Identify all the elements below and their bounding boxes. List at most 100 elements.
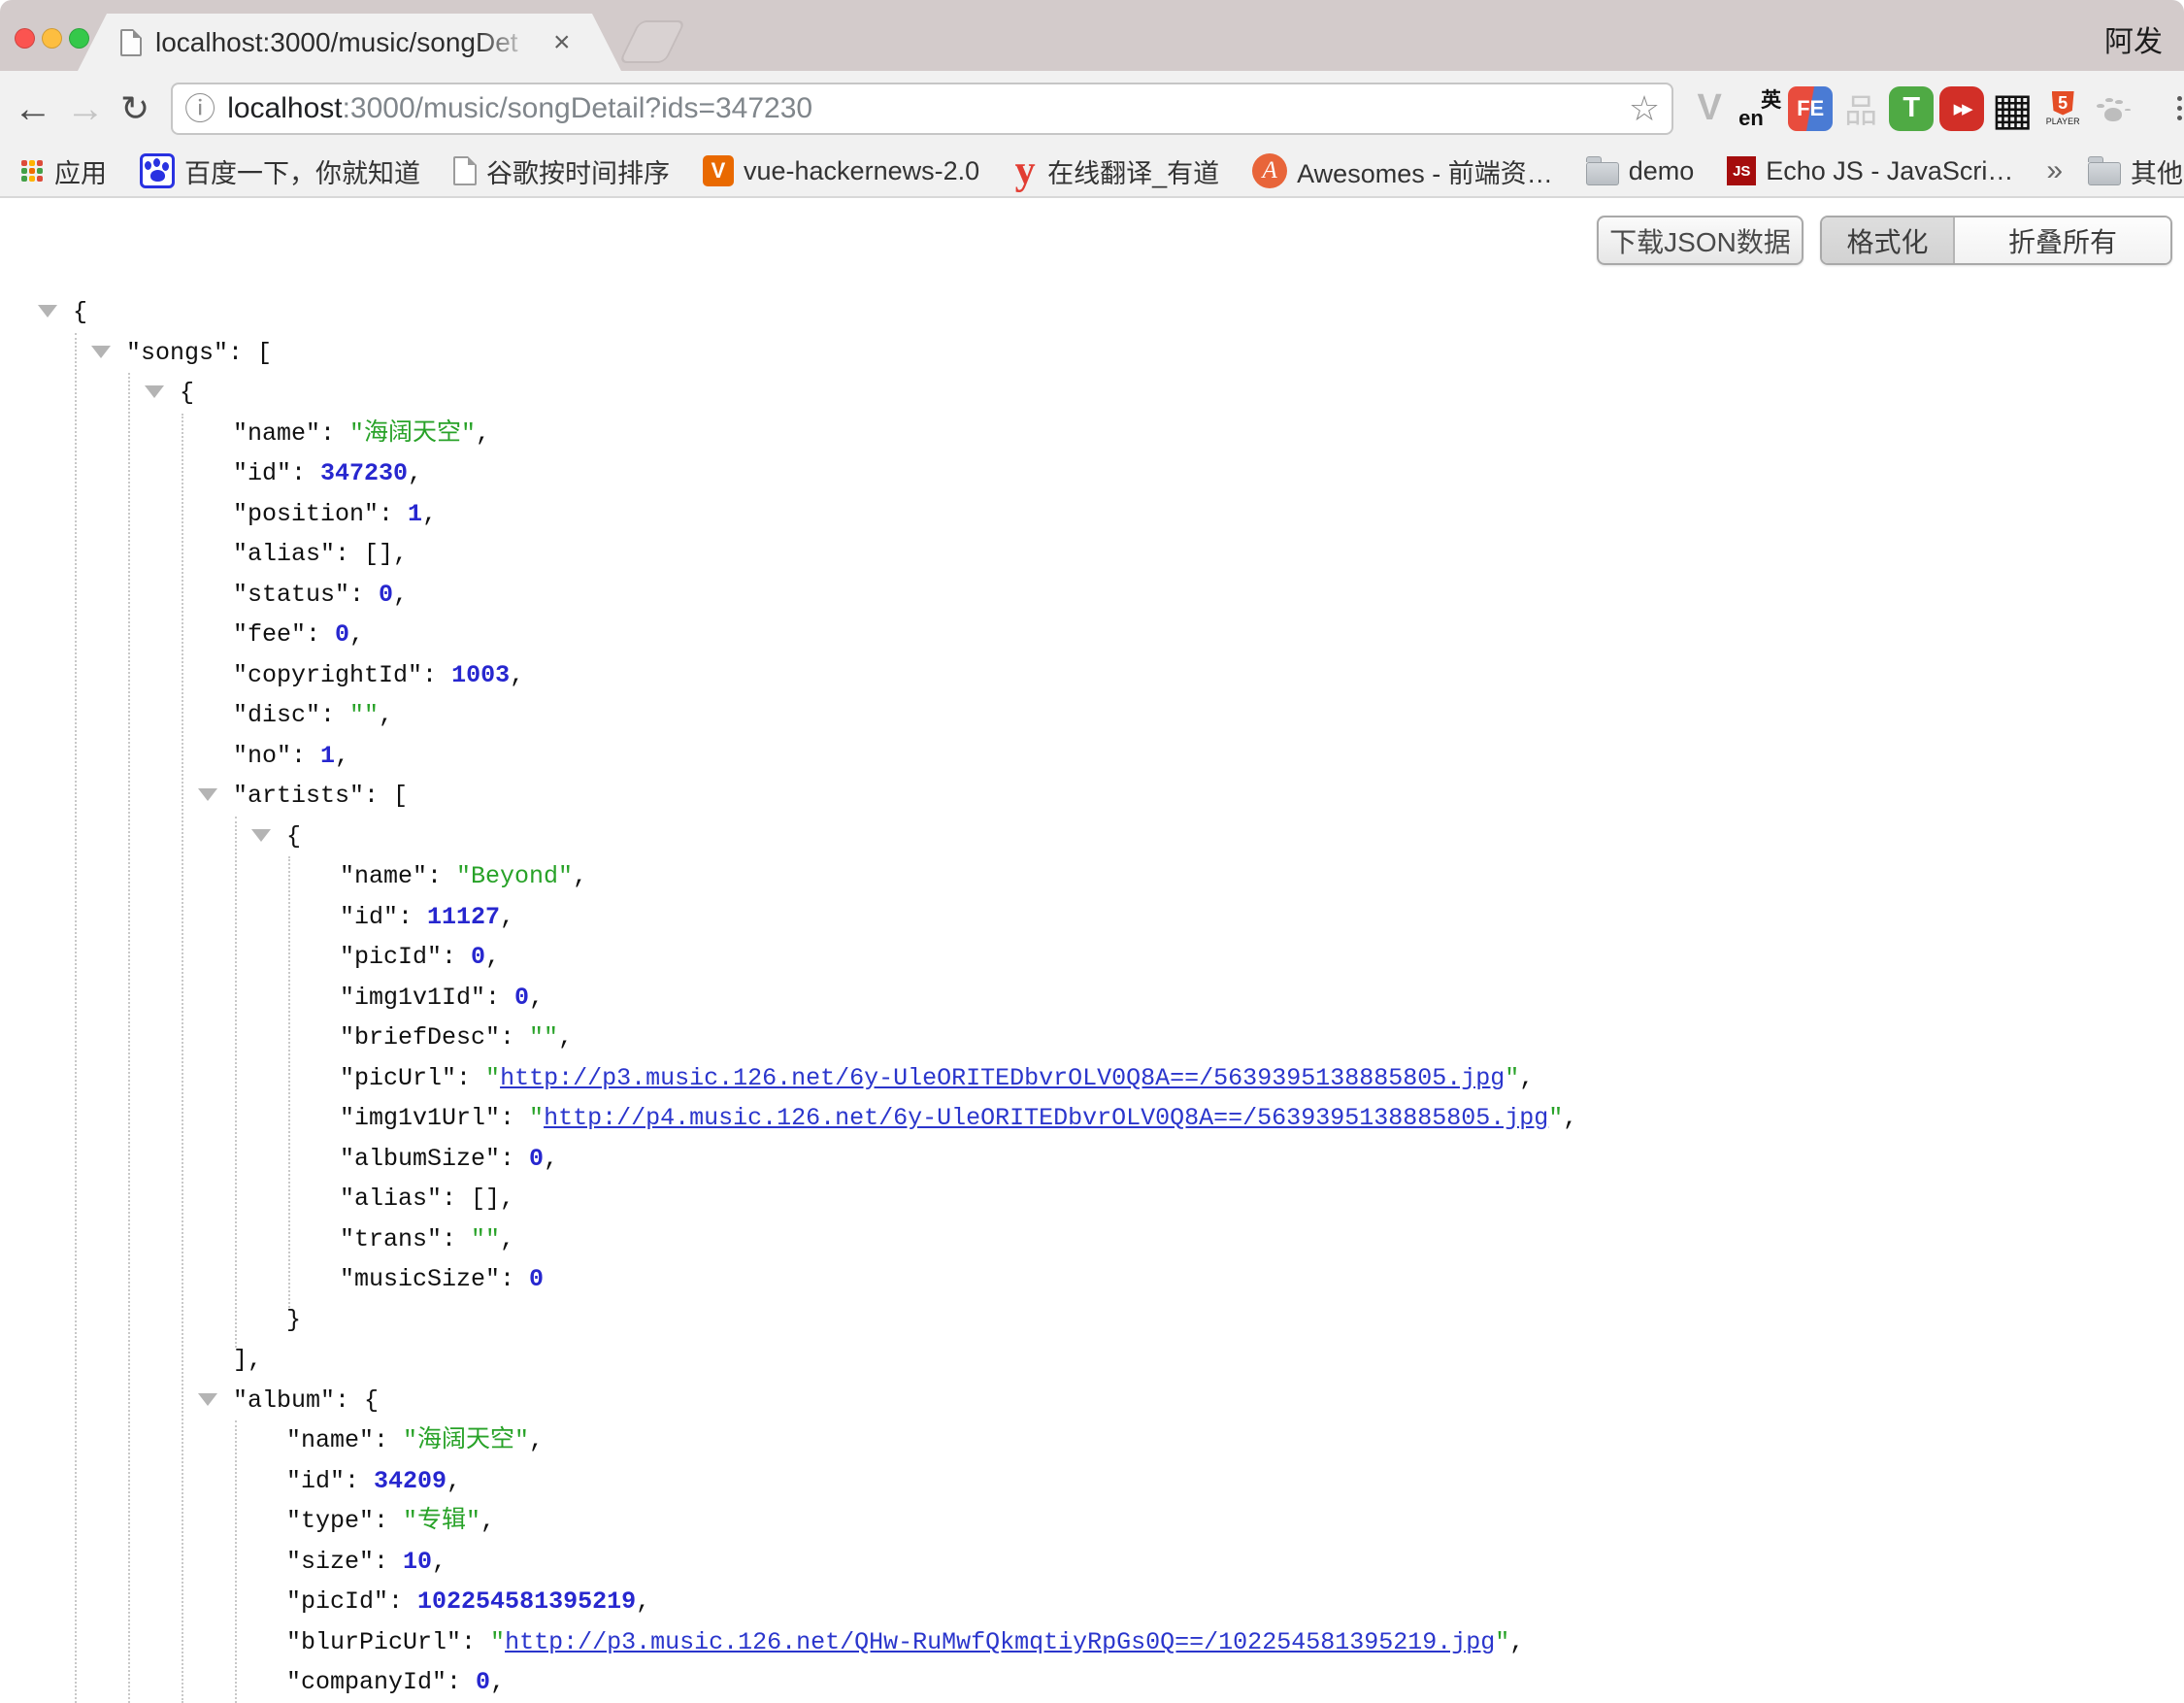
json-line: "picId": 0, [340,937,500,978]
json-token: 102254581395219 [417,1587,636,1616]
collapse-toggle-icon[interactable] [91,346,111,358]
collapse-toggle-icon[interactable] [198,788,217,801]
json-line: "albumSize": 0, [340,1139,558,1180]
json-token: "海阔天空" [349,419,476,448]
awesomes-icon [1252,153,1287,188]
json-line: "id": 347230, [233,453,422,494]
json-token: ], [233,1346,262,1374]
site-info-icon[interactable]: ⓘ [184,93,215,124]
bookmark-vue-hackernews[interactable]: vue-hackernews-2.0 [703,155,979,186]
paw-icon[interactable] [2091,86,2135,131]
json-token: 1 [320,742,335,770]
json-token: "albumSize" [340,1145,500,1173]
json-token: : [442,1225,471,1253]
json-link[interactable]: http://p3.music.126.net/6y-UleORITEDbvrO… [500,1064,1505,1092]
json-token: : [345,1467,374,1495]
qr-code-icon[interactable] [1990,86,2035,131]
json-line: "size": 10, [286,1542,447,1583]
bookmark-star-icon[interactable]: ☆ [1629,91,1660,126]
json-token: : [456,1064,485,1092]
translate-icon[interactable] [1737,86,1782,131]
json-token: "trans" [340,1225,442,1253]
json-token: " [490,1628,505,1656]
json-token: : [ [228,339,272,367]
collapse-toggle-icon[interactable] [198,1393,217,1406]
back-icon[interactable]: ← [14,89,52,128]
new-tab-button[interactable] [618,20,685,63]
json-line: "companyId": 0, [286,1662,505,1703]
json-token: { [73,298,87,326]
bookmark-label: 谷歌按时间排序 [486,152,670,190]
json-token: , [480,1507,495,1535]
bookmark-apps[interactable]: 应用 [19,152,107,190]
json-line: "alias": [], [233,534,408,575]
bookmark-label: 在线翻译_有道 [1047,152,1219,190]
collapse-toggle-icon[interactable] [251,829,271,842]
indent-guide [75,333,77,1703]
vue-devtools-icon[interactable] [1687,86,1732,131]
json-line: "picId": 102254581395219, [286,1582,650,1622]
json-token: : [461,1628,490,1656]
json-token: 0 [476,1668,490,1696]
indent-guide [288,856,290,1308]
sitemap-icon[interactable] [1838,86,1883,131]
json-token: "name" [340,862,427,890]
json-token: , [422,500,437,528]
tab-close-icon[interactable]: × [553,28,571,57]
address-bar[interactable]: ⓘ localhost:3000/music/songDetail?ids=34… [171,83,1673,135]
json-token: "position" [233,500,379,528]
browser-tab[interactable]: localhost:3000/music/songDet × [78,14,621,71]
json-token: , [529,1426,544,1454]
bookmark-label: demo [1629,156,1695,186]
collapse-toggle-icon[interactable] [145,385,164,398]
json-token: : [320,419,349,448]
json-line: "type": "专辑", [286,1501,495,1542]
indent-guide [182,414,183,1703]
url-text[interactable]: localhost:3000/music/songDetail?ids=3472… [227,92,812,125]
json-line: "copyrightId": 1003, [233,655,524,696]
bookmark-youdao[interactable]: 在线翻译_有道 [1012,151,1219,190]
html5-player-icon[interactable] [2040,86,2085,131]
extensions-row [1687,86,2184,131]
tampermonkey-icon[interactable] [1889,86,1934,131]
browser-menu-icon[interactable] [2157,86,2184,131]
close-window-button[interactable] [15,28,35,49]
json-token: : [320,701,349,729]
video-speed-icon[interactable] [1939,86,1984,131]
json-link[interactable]: http://p4.music.126.net/6y-UleORITEDbvrO… [544,1104,1548,1132]
json-token: 0 [529,1145,544,1173]
json-token: , [490,1668,505,1696]
bookmark-awesomes[interactable]: Awesomes - 前端资… [1252,152,1553,190]
minimize-window-button[interactable] [42,28,62,49]
json-token: "picId" [340,943,442,971]
bookmarks-overflow-icon[interactable]: » [2046,154,2063,187]
bookmark-other-bookmarks[interactable]: 其他书签 [2088,152,2184,190]
bookmark-demo[interactable]: demo [1586,156,1695,186]
bookmark-baidu[interactable]: 百度一下，你就知道 [140,152,420,190]
json-token: 1 [408,500,422,528]
json-token: , [447,1467,461,1495]
json-token: 0 [471,943,485,971]
zoom-window-button[interactable] [69,28,89,49]
json-token: 10 [403,1548,432,1576]
collapse-toggle-icon[interactable] [38,305,57,317]
json-token: "size" [286,1548,374,1576]
json-token: : [374,1426,403,1454]
json-line: "alias": [], [340,1179,514,1219]
profile-name[interactable]: 阿发 [2104,17,2163,60]
bookmark-echojs[interactable]: Echo JS - JavaScri… [1727,156,2013,186]
json-token: : [374,1548,403,1576]
url-host: localhost [227,92,342,124]
fe-icon[interactable] [1788,86,1833,131]
json-link[interactable]: http://p3.music.126.net/QHw-RuMwfQkmqtiy… [505,1628,1495,1656]
json-token: "id" [340,903,398,931]
json-line: "name": "海阔天空", [286,1420,544,1461]
bookmark-google-sort[interactable]: 谷歌按时间排序 [453,152,670,190]
bookmark-label: 百度一下，你就知道 [184,152,420,190]
json-token: 34209 [374,1467,447,1495]
reload-icon[interactable]: ↻ [120,91,149,126]
json-line: "name": "Beyond", [340,856,587,897]
baidu-paw-icon [140,153,175,188]
json-token: , [476,419,490,448]
toolbar: ← → ↻ ⓘ localhost:3000/music/songDetail?… [0,71,2184,146]
